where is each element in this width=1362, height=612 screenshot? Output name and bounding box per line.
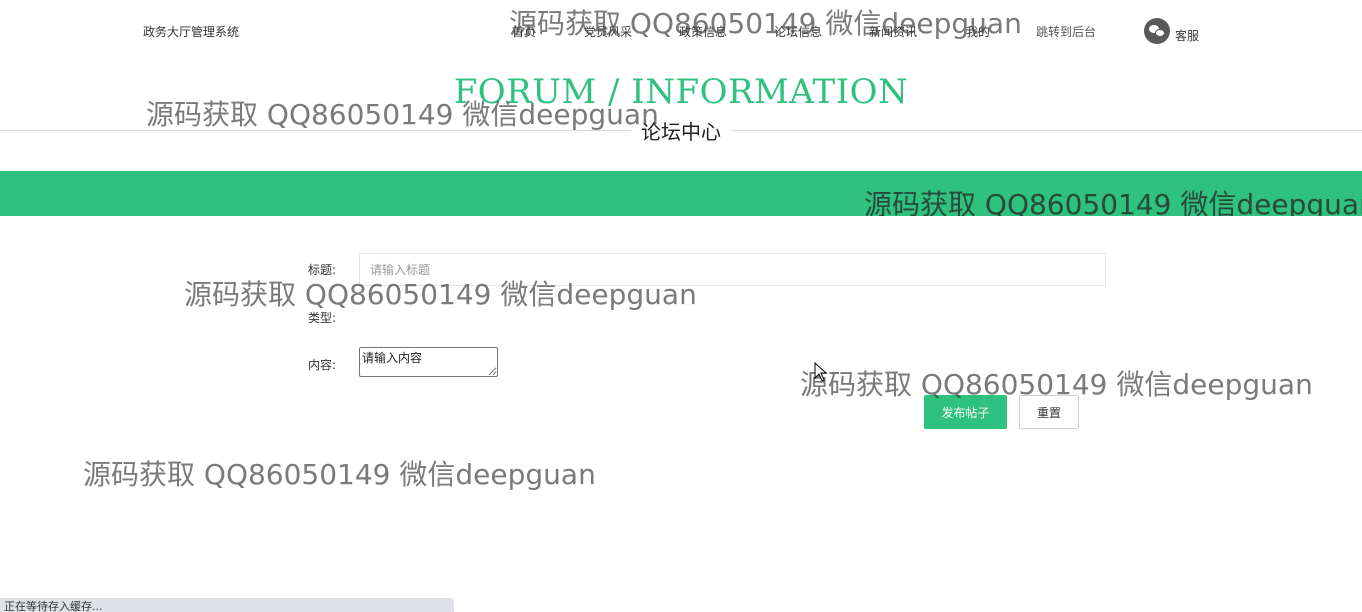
watermark-text: 源码获取 QQ86050149 微信deepguan <box>864 188 1362 216</box>
type-field-label: 类型: <box>308 311 337 325</box>
nav-item-mine[interactable]: 我的 <box>966 23 990 40</box>
green-banner: 源码获取 QQ86050149 微信deepguan <box>0 171 1362 216</box>
nav-item-forum-info[interactable]: 论坛信息 <box>774 23 822 40</box>
customer-service-label: 客服 <box>1175 28 1200 43</box>
content-textarea[interactable] <box>359 347 498 377</box>
mouse-cursor-icon <box>814 362 828 382</box>
wechat-icon <box>1144 18 1170 44</box>
title-field-label: 标题: <box>308 263 337 277</box>
hero-title-english: FORUM / INFORMATION <box>453 72 909 112</box>
reset-button[interactable]: 重置 <box>1019 395 1079 429</box>
customer-service-link[interactable]: 客服 <box>1144 18 1199 44</box>
publish-post-button[interactable]: 发布帖子 <box>924 395 1007 429</box>
nav-item-news[interactable]: 新闻资讯 <box>869 23 917 40</box>
nav-item-home[interactable]: 首页 <box>512 23 536 40</box>
title-input[interactable] <box>359 253 1106 286</box>
top-navigation-bar: 政务大厅管理系统 首页 党员风采 政策信息 论坛信息 新闻资讯 我的 跳转到后台… <box>0 0 1362 62</box>
content-field-label: 内容: <box>308 358 337 372</box>
hero-title-chinese: 论坛中心 <box>631 116 731 145</box>
nav-item-party-members[interactable]: 党员风采 <box>584 23 632 40</box>
browser-status-bar: 正在等待存入缓存... <box>0 598 454 612</box>
nav-item-go-to-admin[interactable]: 跳转到后台 <box>1036 23 1096 40</box>
nav-item-policy-info[interactable]: 政策信息 <box>679 23 727 40</box>
watermark-text: 源码获取 QQ86050149 微信deepguan <box>83 458 596 491</box>
